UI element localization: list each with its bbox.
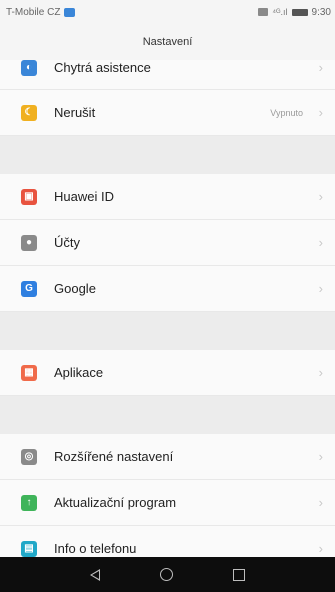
settings-item-huawei-id[interactable]: ▣ Huawei ID › (0, 174, 335, 220)
recent-apps-icon[interactable] (233, 568, 245, 581)
settings-item-value: Vypnuto (270, 107, 303, 118)
signal-icon: ⁴ᴳ.ıl (272, 7, 288, 17)
status-bar: T-Mobile CZ ⁴ᴳ.ıl 9:30 (0, 0, 335, 24)
title-bar: Nastavení (0, 24, 335, 60)
settings-item-label: Huawei ID (54, 189, 114, 204)
settings-item-do-not-disturb[interactable]: ☾ Nerušit Vypnuto › (0, 90, 335, 136)
chevron-right-icon: › (318, 495, 323, 510)
google-icon: G (21, 280, 37, 297)
settings-item-google[interactable]: G Google › (0, 266, 335, 312)
chevron-right-icon: › (318, 105, 323, 120)
chevron-right-icon: › (318, 365, 323, 380)
settings-item-label: Rozšířené nastavení (54, 449, 174, 464)
settings-item-label: Chytrá asistence (54, 60, 151, 75)
battery-icon (291, 8, 308, 16)
moon-icon: ☾ (21, 104, 37, 121)
settings-item-apps[interactable]: ▦ Aplikace › (0, 350, 335, 396)
accounts-icon: ● (21, 234, 37, 251)
chevron-right-icon: › (318, 281, 323, 296)
screenshot-icon (258, 8, 269, 16)
home-icon[interactable] (160, 568, 173, 581)
page-title: Nastavení (142, 36, 193, 48)
chevron-right-icon: › (318, 60, 323, 75)
settings-item-smart-assistance[interactable]: ◐ Chytrá asistence › (0, 59, 335, 90)
image-notification-icon (64, 7, 76, 17)
settings-item-system-update[interactable]: ↑ Aktualizační program › (0, 480, 335, 526)
chevron-right-icon: › (318, 189, 323, 204)
settings-item-label: Účty (54, 235, 80, 250)
carrier-name: T-Mobile CZ (6, 6, 61, 18)
assistant-icon: ◐ (21, 59, 37, 76)
settings-item-label: Google (54, 281, 96, 296)
chevron-right-icon: › (318, 541, 323, 556)
section-divider (0, 312, 335, 350)
settings-item-label: Aktualizační program (54, 495, 177, 510)
update-icon: ↑ (21, 494, 37, 511)
settings-item-accounts[interactable]: ● Účty › (0, 220, 335, 266)
phone-info-icon: ▤ (21, 540, 37, 557)
section-divider (0, 396, 335, 434)
chevron-right-icon: › (318, 235, 323, 250)
apps-icon: ▦ (21, 364, 37, 381)
chevron-right-icon: › (318, 449, 323, 464)
navigation-bar (0, 557, 335, 592)
huawei-id-icon: ▣ (21, 188, 37, 205)
back-icon[interactable] (90, 568, 100, 581)
settings-item-label: Aplikace (54, 365, 104, 380)
settings-item-label: Nerušit (54, 105, 96, 120)
settings-item-label: Info o telefonu (54, 541, 137, 556)
settings-list: ◐ Chytrá asistence › ☾ Nerušit Vypnuto ›… (0, 59, 335, 572)
clock: 9:30 (311, 6, 331, 18)
section-divider (0, 136, 335, 174)
settings-item-advanced-settings[interactable]: ◎ Rozšířené nastavení › (0, 434, 335, 480)
advanced-settings-icon: ◎ (21, 448, 37, 465)
